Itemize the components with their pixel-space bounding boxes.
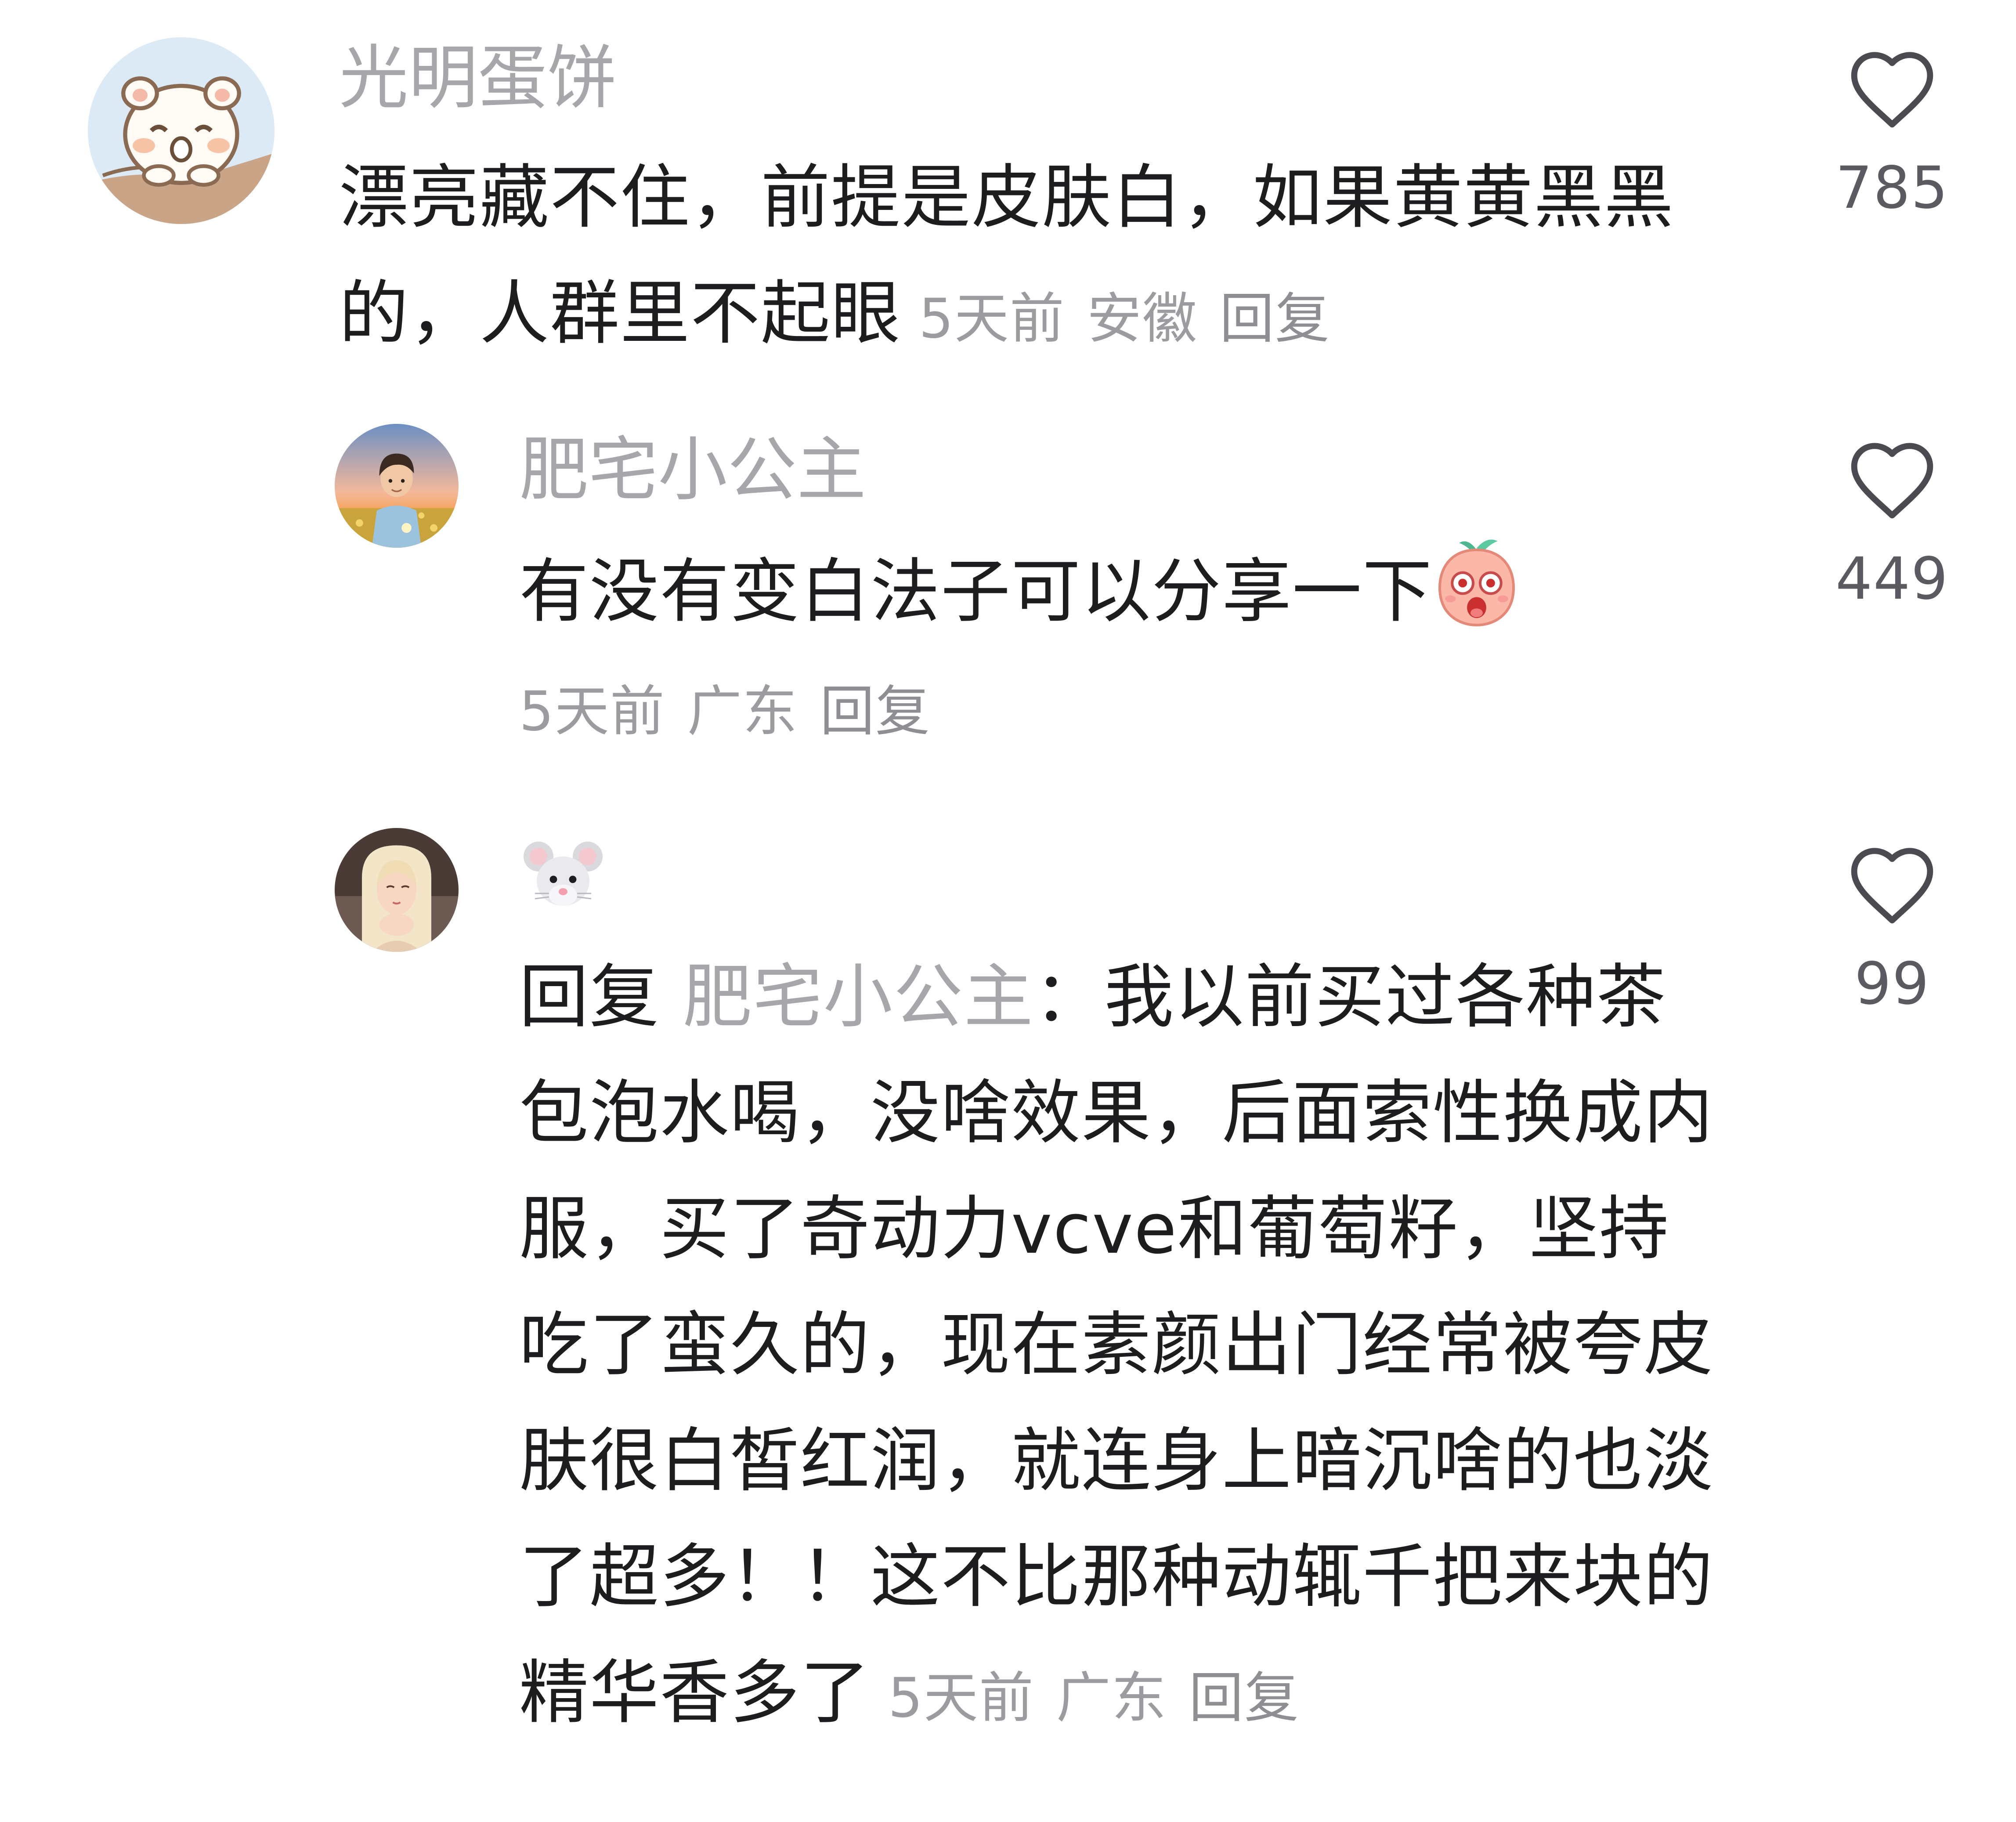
location: 安徽 (1087, 287, 1198, 351)
reply-button[interactable]: 回复 (820, 680, 931, 743)
username[interactable] (519, 830, 607, 938)
comment-meta: 5天前 广东 回复 (519, 668, 953, 756)
mouse-face-emoji (519, 842, 607, 935)
shocked-peach-emoji (1433, 534, 1521, 663)
timestamp: 5天前 (919, 287, 1065, 351)
boy-sunset-icon (335, 424, 459, 548)
reply-to-mention[interactable]: 肥宅小公主 (683, 957, 1034, 1038)
like-button[interactable]: 99 (1831, 843, 1954, 1023)
like-button[interactable]: 449 (1831, 438, 1954, 618)
heart-icon (1851, 52, 1933, 128)
heart-icon (1851, 848, 1933, 924)
like-count: 99 (1854, 950, 1930, 1018)
colon: ： (1034, 957, 1105, 1038)
like-count: 785 (1835, 154, 1949, 222)
timestamp: 5天前 (888, 1667, 1034, 1730)
like-button[interactable]: 785 (1831, 47, 1954, 228)
comment-text: 有没有变白法子可以分享一下 (519, 534, 1793, 663)
location: 广东 (1056, 1667, 1167, 1730)
reply-button[interactable]: 回复 (1220, 287, 1330, 351)
comment-text: 漂亮藏不住，前提是皮肤白，如果黄黄黑黑的，人群里不起眼 5天前 安徽 回复 (339, 140, 1780, 377)
like-count: 449 (1835, 545, 1949, 613)
reply-prefix: 回复 (519, 957, 660, 1038)
timestamp: 5天前 (519, 680, 665, 743)
reply-button[interactable]: 回复 (1189, 1667, 1300, 1730)
girl-portrait-icon (335, 828, 459, 952)
username[interactable]: 肥宅小公主 (519, 426, 866, 514)
heart-icon (1851, 443, 1933, 519)
cartoon-hamster-icon (88, 37, 275, 224)
comment-meta: 5天前 广东 回复 (888, 1667, 1300, 1730)
avatar[interactable] (335, 828, 459, 952)
comment-body: 我以前买过各种茶包泡水喝，没啥效果，后面索性换成内服，买了奇动力vcve和葡萄籽… (519, 957, 1714, 1733)
comment-meta: 5天前 安徽 回复 (919, 287, 1330, 351)
comment-text: 回复 肥宅小公主：我以前买过各种茶包泡水喝，没啥效果，后面索性换成内服，买了奇动… (519, 939, 1723, 1756)
username[interactable]: 光明蛋饼 (339, 34, 617, 122)
avatar[interactable] (88, 37, 275, 224)
comment-body: 有没有变白法子可以分享一下 (519, 551, 1433, 632)
location: 广东 (687, 680, 798, 743)
avatar[interactable] (335, 424, 459, 548)
